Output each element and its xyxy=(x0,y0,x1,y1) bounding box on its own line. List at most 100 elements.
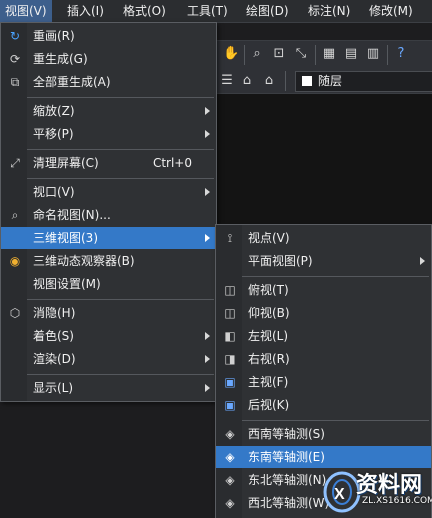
named-view-icon: ⌕ xyxy=(11,208,19,222)
menu-separator xyxy=(27,97,214,98)
bottom-view-icon: ◫ xyxy=(224,306,236,320)
menu-modify[interactable]: 修改(M) xyxy=(364,0,418,22)
layer-toolbar: ☰ ⌂ ⌂ 随层 xyxy=(215,69,432,94)
chevron-right-icon xyxy=(205,130,210,138)
menu-item-sw-iso[interactable]: ◈ 西南等轴测(S) xyxy=(216,423,431,445)
standard-toolbar: ✋ ⌕ ⊡ ⤡ ▦ ▤ ▥ ? xyxy=(215,40,432,70)
menu-item-label: 平移(P) xyxy=(33,127,74,141)
ne-iso-icon: ◈ xyxy=(225,473,235,487)
menu-insert[interactable]: 插入(I) xyxy=(62,0,109,22)
view-menu: ↻ 重画(R) ⟳ 重生成(G) ⧉ 全部重生成(A) 缩放(Z) 平移(P) … xyxy=(0,22,217,402)
menu-item-top-view[interactable]: ◫ 俯视(T) xyxy=(216,279,431,301)
chevron-right-icon xyxy=(205,384,210,392)
menu-draw[interactable]: 绘图(D) xyxy=(241,0,294,22)
svg-text:X: X xyxy=(334,486,345,503)
menu-item-label: 视口(V) xyxy=(33,185,75,199)
menu-separator xyxy=(27,178,214,179)
menu-item-named-view[interactable]: ⌕ 命名视图(N)... xyxy=(1,204,216,226)
nw-iso-icon: ◈ xyxy=(225,496,235,510)
menu-tools[interactable]: 工具(T) xyxy=(182,0,233,22)
menu-separator xyxy=(27,149,214,150)
toolbar-separator xyxy=(285,71,286,91)
menu-item-label: 右视(R) xyxy=(248,352,290,366)
menu-item-label: 东南等轴测(E) xyxy=(248,450,325,464)
menu-item-label: 清理屏幕(C) xyxy=(33,156,99,170)
menu-item-render[interactable]: 渲染(D) xyxy=(1,348,216,370)
menu-item-pan[interactable]: 平移(P) xyxy=(1,123,216,145)
menu-item-back-view[interactable]: ▣ 后视(K) xyxy=(216,394,431,416)
toolbar-separator xyxy=(387,45,388,65)
menu-item-label: 主视(F) xyxy=(248,375,289,389)
menu-item-label: 消隐(H) xyxy=(33,306,76,320)
layer-match-icon[interactable]: ⌂ xyxy=(261,73,277,89)
menu-item-label: 缩放(Z) xyxy=(33,104,75,118)
menu-item-display[interactable]: 显示(L) xyxy=(1,377,216,399)
layer-previous-icon[interactable]: ⌂ xyxy=(239,73,255,89)
drawing-canvas[interactable] xyxy=(215,94,432,224)
orbit-icon: ◉ xyxy=(9,254,21,268)
watermark: X 资料网 ZL.XS1616.COM xyxy=(322,464,432,517)
front-view-icon: ▣ xyxy=(224,375,236,389)
menu-view[interactable]: 视图(V) xyxy=(0,0,52,22)
menu-item-viewports[interactable]: 视口(V) xyxy=(1,181,216,203)
zoom-previous-icon[interactable]: ⤡ xyxy=(293,46,309,62)
menu-item-right-view[interactable]: ◨ 右视(R) xyxy=(216,348,431,370)
chevron-right-icon xyxy=(420,257,425,265)
menu-item-label: 仰视(B) xyxy=(248,306,290,320)
menu-item-regen[interactable]: ⟳ 重生成(G) xyxy=(1,48,216,70)
menu-item-3d-views[interactable]: 三维视图(3) xyxy=(1,227,216,249)
properties-icon[interactable]: ▦ xyxy=(321,46,337,62)
menu-separator xyxy=(242,276,429,277)
toolbar-separator xyxy=(315,45,316,65)
chevron-right-icon xyxy=(205,107,210,115)
chevron-right-icon xyxy=(205,234,210,242)
menu-item-label: 命名视图(N)... xyxy=(33,208,111,222)
menu-item-view-settings[interactable]: 视图设置(M) xyxy=(1,273,216,295)
right-view-icon: ◨ xyxy=(224,352,236,366)
menu-item-left-view[interactable]: ◧ 左视(L) xyxy=(216,325,431,347)
regen-all-icon: ⧉ xyxy=(10,75,20,89)
menu-item-label: 渲染(D) xyxy=(33,352,76,366)
left-view-icon: ◧ xyxy=(224,329,236,343)
layer-dropdown[interactable]: 随层 xyxy=(295,71,432,92)
menu-item-label: 东北等轴测(N) xyxy=(248,473,327,487)
design-center-icon[interactable]: ▤ xyxy=(343,46,359,62)
menu-separator xyxy=(27,374,214,375)
menu-item-zoom[interactable]: 缩放(Z) xyxy=(1,100,216,122)
menu-item-shade[interactable]: 着色(S) xyxy=(1,325,216,347)
menu-item-label: 西北等轴测(W) xyxy=(248,496,330,510)
zoom-realtime-icon[interactable]: ⌕ xyxy=(249,46,265,62)
menu-format[interactable]: 格式(O) xyxy=(118,0,171,22)
menu-item-label: 显示(L) xyxy=(33,381,74,395)
menu-item-viewpoint[interactable]: ⟟ 视点(V) xyxy=(216,227,431,249)
redraw-icon: ↻ xyxy=(9,29,21,43)
menu-item-hide[interactable]: ⬡ 消隐(H) xyxy=(1,302,216,324)
menu-separator xyxy=(242,420,429,421)
zoom-window-icon[interactable]: ⊡ xyxy=(271,46,287,62)
hand-icon[interactable]: ✋ xyxy=(223,46,239,62)
tool-palette-icon[interactable]: ▥ xyxy=(365,46,381,62)
menu-item-redraw[interactable]: ↻ 重画(R) xyxy=(1,25,216,47)
help-icon[interactable]: ? xyxy=(393,46,409,62)
chevron-right-icon xyxy=(205,355,210,363)
color-swatch xyxy=(302,76,312,86)
menu-separator xyxy=(27,299,214,300)
shortcut-text: Ctrl+0 xyxy=(152,156,192,170)
menu-item-bottom-view[interactable]: ◫ 仰视(B) xyxy=(216,302,431,324)
viewpoint-icon: ⟟ xyxy=(227,231,233,245)
menu-item-3d-orbit[interactable]: ◉ 三维动态观察器(B) xyxy=(1,250,216,272)
menu-item-clean-screen[interactable]: ⤢ 清理屏幕(C) Ctrl+0 xyxy=(1,152,216,174)
menu-item-plan-view[interactable]: 平面视图(P) xyxy=(216,250,431,272)
menu-dimension[interactable]: 标注(N) xyxy=(303,0,355,22)
menu-item-label: 着色(S) xyxy=(33,329,74,343)
chevron-right-icon xyxy=(205,332,210,340)
menu-item-label: 重生成(G) xyxy=(33,52,88,66)
menu-item-front-view[interactable]: ▣ 主视(F) xyxy=(216,371,431,393)
menu-item-label: 视点(V) xyxy=(248,231,290,245)
watermark-text: 资料网 xyxy=(356,473,423,498)
menu-item-label: 平面视图(P) xyxy=(248,254,313,268)
top-view-icon: ◫ xyxy=(224,283,236,297)
menu-item-regen-all[interactable]: ⧉ 全部重生成(A) xyxy=(1,71,216,93)
layer-states-icon[interactable]: ☰ xyxy=(219,73,235,89)
se-iso-icon: ◈ xyxy=(225,450,235,464)
